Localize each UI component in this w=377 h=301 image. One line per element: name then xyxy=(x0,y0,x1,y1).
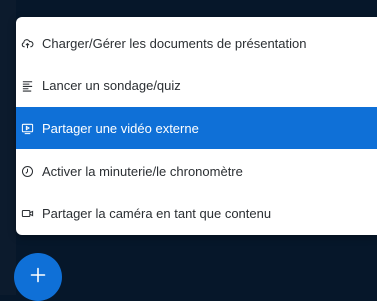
cloud-upload-icon xyxy=(20,36,34,50)
menu-item-share-external-video[interactable]: Partager une vidéo externe xyxy=(16,107,377,149)
menu-item-label: Partager une vidéo externe xyxy=(42,120,199,136)
poll-list-icon xyxy=(20,78,34,92)
menu-item-start-poll[interactable]: Lancer un sondage/quiz xyxy=(16,64,377,106)
menu-item-label: Partager la caméra en tant que contenu xyxy=(42,205,272,221)
menu-item-label: Activer la minuterie/le chronomètre xyxy=(42,163,243,179)
timer-icon xyxy=(20,164,34,178)
actions-fab-button[interactable] xyxy=(14,253,62,301)
menu-item-activate-timer[interactable]: Activer la minuterie/le chronomètre xyxy=(16,150,377,192)
camera-icon xyxy=(20,206,34,220)
actions-menu: Charger/Gérer les documents de présentat… xyxy=(16,17,377,235)
menu-item-manage-presentations[interactable]: Charger/Gérer les documents de présentat… xyxy=(16,22,377,64)
plus-icon xyxy=(29,266,47,289)
background-left-panel xyxy=(0,0,16,295)
external-video-icon xyxy=(20,121,34,135)
menu-item-label: Lancer un sondage/quiz xyxy=(42,77,181,93)
menu-item-label: Charger/Gérer les documents de présentat… xyxy=(42,35,307,51)
menu-item-share-camera[interactable]: Partager la caméra en tant que contenu xyxy=(16,192,377,234)
